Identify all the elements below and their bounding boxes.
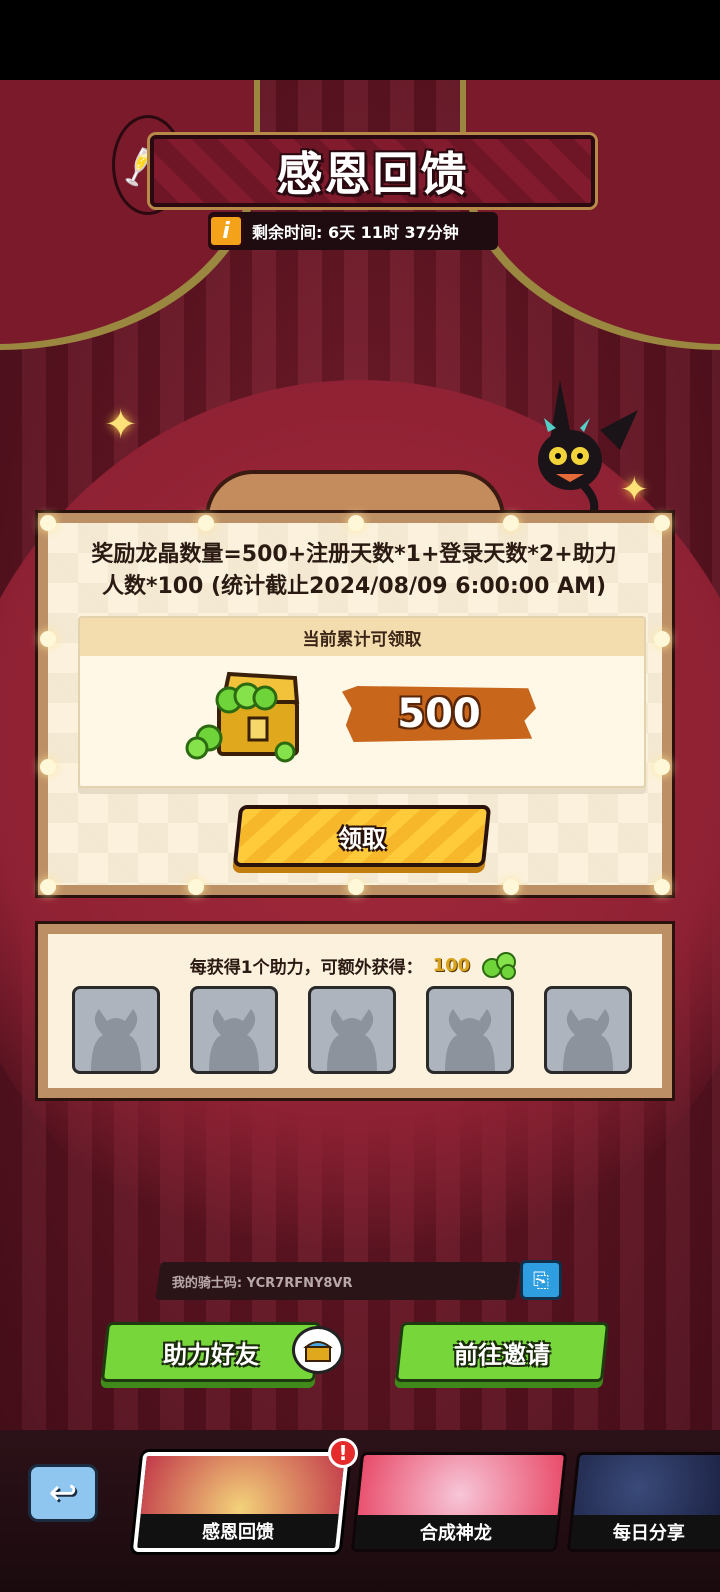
reward-formula: 奖励龙晶数量=500+注册天数*1+登录天数*2+助力 人数*100 (统计截止… [54,539,654,603]
invite-button[interactable]: 前往邀请 [394,1322,610,1382]
light-bulb [348,879,364,895]
formula-line: 人数*100 (统计截止2024/08/09 6:00:00 AM) [101,574,607,599]
knight-code-field: 我的骑士码: YCR7RFNY8VR [155,1262,521,1300]
invite-label: 前往邀请 [454,1340,550,1369]
tab-label: 每日分享 [570,1515,720,1549]
tab-daily-share[interactable]: 每日分享 [566,1452,720,1552]
light-bulb [348,515,364,531]
reward-board: 奖励龙晶数量=500+注册天数*1+登录天数*2+助力 人数*100 (统计截止… [35,510,675,898]
light-bulb [188,879,204,895]
placeholder-avatar-icon [327,1009,377,1071]
tab-art [139,1456,345,1522]
helper-slot[interactable] [72,986,160,1074]
light-bulb [654,515,670,531]
helper-board: 每获得1个助力，可额外获得： 100 [35,921,675,1101]
helper-bonus-info: 每获得1个助力，可额外获得： 100 [48,950,662,980]
light-bulb [40,879,56,895]
light-bulb [654,879,670,895]
timer-text: 剩余时间: 6天 11时 37分钟 [252,223,459,242]
treasure-box-icon [292,1326,344,1374]
sparkle-icon: ✦ [104,402,138,448]
knight-code-text: 我的骑士码: YCR7RFNY8VR [172,1275,353,1291]
light-bulb [503,515,519,531]
tab-merge-dragon[interactable]: 合成神龙 [350,1452,568,1552]
helper-bonus-amount: 100 [432,954,471,976]
reward-amount: 500 [397,691,481,737]
placeholder-avatar-icon [209,1009,259,1071]
board-crest-ornament [205,470,505,518]
helper-slot[interactable] [544,986,632,1074]
formula-line: 奖励龙晶数量=500+注册天数*1+登录天数*2+助力 [91,542,617,567]
help-friend-button[interactable]: 助力好友 [100,1322,322,1382]
tab-art [573,1455,720,1521]
light-bulb [503,879,519,895]
alert-icon: ! [328,1438,358,1468]
claimable-header: 当前累计可领取 [80,618,644,656]
helper-slots [72,986,632,1074]
helper-slot[interactable] [190,986,278,1074]
event-title-banner: 感恩回馈 [150,135,595,207]
claim-button[interactable]: 领取 [232,805,492,867]
tab-art [357,1455,564,1521]
placeholder-avatar-icon [445,1009,495,1071]
copy-icon[interactable]: ⎘ [520,1260,562,1300]
helper-bonus-text: 每获得1个助力，可额外获得： [189,957,423,978]
placeholder-avatar-icon [91,1009,141,1071]
treasure-chest-icon [185,671,300,763]
light-bulb [40,759,56,775]
tab-thanksgiving[interactable]: 感恩回馈 [132,1452,350,1552]
light-bulb [40,515,56,531]
light-bulb [654,759,670,775]
status-bar [0,0,720,80]
back-arrow-icon[interactable]: ↩ [28,1464,98,1522]
claim-button-label: 领取 [338,824,386,853]
claimable-panel: 当前累计可领取 500 [78,616,646,788]
page-title: 感恩回馈 [276,147,469,201]
tab-label: 感恩回馈 [137,1514,339,1548]
help-friend-label: 助力好友 [163,1340,259,1369]
helper-slot[interactable] [308,986,396,1074]
remaining-time: i 剩余时间: 6天 11时 37分钟 [208,212,498,250]
light-bulb [198,515,214,531]
info-icon[interactable]: i [208,214,244,248]
light-bulb [40,631,56,647]
dragon-mascot-icon [538,380,638,518]
tab-label: 合成神龙 [354,1515,558,1549]
light-bulb [654,631,670,647]
helper-slot[interactable] [426,986,514,1074]
dragon-crystal-icon [482,952,517,980]
reward-amount-badge: 500 [342,686,536,742]
placeholder-avatar-icon [563,1009,613,1071]
